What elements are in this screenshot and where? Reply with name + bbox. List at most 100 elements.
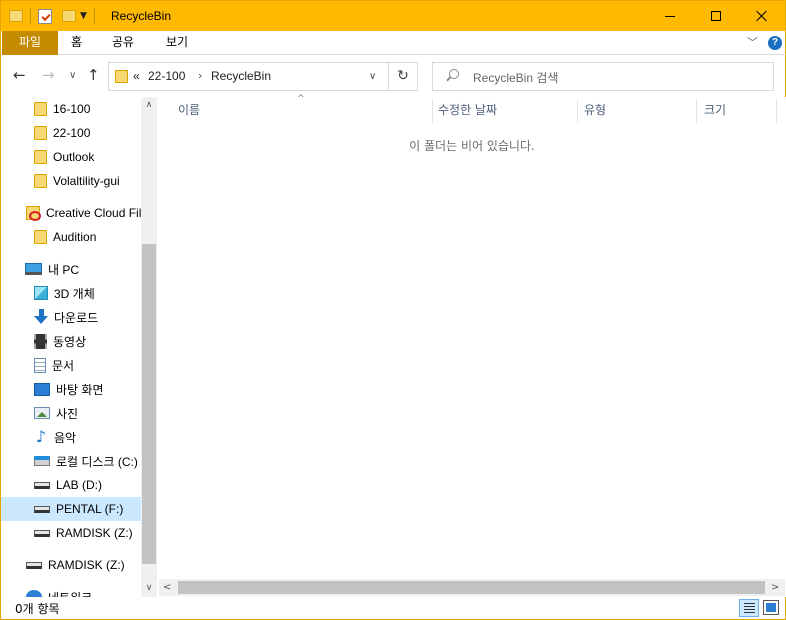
sidebar-item-22-100[interactable]: 22-100 (1, 121, 142, 145)
sidebar-item-music[interactable]: ♪ 음악 (1, 425, 142, 449)
column-divider[interactable] (577, 99, 578, 123)
sidebar-item-ramdisk-z-root[interactable]: RAMDISK (Z:) (1, 553, 142, 577)
navigation-bar: ← → ∨ ↑ « 22-100 › RecycleBin ∨ ↻ Recycl… (0, 55, 786, 97)
sidebar-item-lab-d[interactable]: LAB (D:) (1, 473, 142, 497)
scroll-down-icon[interactable]: ∨ (141, 580, 157, 597)
sidebar-item-audition[interactable]: Audition (1, 225, 142, 249)
refresh-icon: ↻ (397, 68, 409, 84)
scroll-up-icon[interactable]: ∧ (141, 97, 157, 114)
sidebar-item-desktop[interactable]: 바탕 화면 (1, 377, 142, 401)
tab-share[interactable]: 공유 (112, 31, 134, 55)
sidebar-item-outlook[interactable]: Outlook (1, 145, 142, 169)
large-icons-view-icon[interactable] (763, 600, 779, 615)
sidebar-item-16-100[interactable]: 16-100 (1, 97, 142, 121)
pictures-icon (34, 407, 50, 419)
column-divider[interactable] (432, 99, 433, 123)
recent-locations-chevron-icon[interactable]: ∨ (69, 68, 76, 84)
back-arrow-icon[interactable]: ← (13, 67, 26, 83)
title-bar: ▼ RecycleBin (0, 0, 786, 31)
column-header-size[interactable]: 크기 (704, 97, 726, 123)
sidebar-item-pental-f[interactable]: PENTAL (F:) (1, 497, 142, 521)
details-view-icon[interactable] (739, 599, 759, 617)
column-header-date-modified[interactable]: 수정한 날짜 (438, 97, 497, 123)
breadcrumb-recyclebin[interactable]: RecycleBin (211, 69, 271, 83)
expand-ribbon-icon[interactable]: ﹀ (747, 34, 758, 50)
documents-icon (34, 357, 46, 373)
sidebar-item-this-pc[interactable]: 내 PC (1, 257, 142, 281)
network-icon (26, 590, 42, 597)
breadcrumb-22-100[interactable]: 22-100 (148, 69, 185, 83)
folder-icon (34, 230, 47, 244)
tab-home[interactable]: 홈 (71, 31, 82, 55)
horizontal-scrollbar[interactable]: < > (159, 579, 785, 596)
refresh-button[interactable]: ↻ (389, 62, 418, 91)
close-icon (756, 10, 768, 22)
new-folder-icon[interactable] (62, 10, 76, 22)
search-placeholder: RecycleBin 검색 (473, 71, 559, 85)
folder-icon (115, 70, 128, 83)
breadcrumb-overflow[interactable]: « (133, 69, 140, 83)
item-count: 0개 항목 (15, 602, 60, 616)
sidebar-scrollbar[interactable]: ∧ ∨ (141, 97, 157, 597)
sidebar-item-network[interactable]: 네트워크 (1, 585, 142, 597)
up-arrow-icon[interactable]: ↑ (87, 67, 100, 83)
column-divider[interactable] (776, 99, 777, 123)
properties-icon[interactable] (38, 8, 52, 24)
sidebar-item-volaltility-gui[interactable]: Volaltility-gui (1, 169, 142, 193)
navigation-pane: 16-100 22-100 Outlook Volaltility-gui Cr… (0, 97, 157, 597)
sort-ascending-icon: ^ (297, 94, 305, 104)
drive-icon (34, 481, 50, 489)
music-icon: ♪ (35, 427, 47, 446)
sidebar-item-local-disk-c[interactable]: 로컬 디스크 (C:) (1, 449, 142, 473)
search-input[interactable]: RecycleBin 검색 (432, 62, 774, 91)
ribbon-tabs: 파일 홈 공유 보기 ﹀ ? (0, 31, 786, 55)
scrollbar-thumb[interactable] (142, 244, 156, 564)
tab-view[interactable]: 보기 (166, 31, 188, 55)
folder-icon (34, 174, 47, 188)
folder-icon (34, 126, 47, 140)
sidebar-item-pictures[interactable]: 사진 (1, 401, 142, 425)
window-title: RecycleBin (111, 9, 172, 23)
chevron-down-icon[interactable]: ∨ (369, 71, 376, 82)
sidebar-item-videos[interactable]: 동영상 (1, 329, 142, 353)
folder-icon (34, 150, 47, 164)
tab-file[interactable]: 파일 (2, 31, 58, 55)
toolbar-divider (30, 8, 31, 24)
drive-icon (34, 505, 50, 513)
column-header-type[interactable]: 유형 (584, 97, 606, 123)
sidebar-item-downloads[interactable]: 다운로드 (1, 305, 142, 329)
maximize-button[interactable] (693, 1, 739, 31)
customize-toolbar-dropdown[interactable]: ▼ (80, 11, 87, 21)
scrollbar-thumb[interactable] (178, 581, 765, 594)
scroll-right-icon[interactable]: > (771, 579, 779, 596)
maximize-icon (711, 11, 721, 21)
sidebar-item-creative-cloud[interactable]: Creative Cloud Fil (1, 201, 142, 225)
search-icon (449, 69, 459, 79)
toolbar-divider (93, 8, 95, 24)
scroll-left-icon[interactable]: < (163, 579, 171, 596)
column-header-name[interactable]: 이름 (178, 97, 200, 123)
creative-cloud-icon (26, 206, 41, 221)
address-bar[interactable]: « 22-100 › RecycleBin ∨ (108, 62, 389, 91)
downloads-icon (34, 309, 48, 325)
videos-icon (34, 333, 47, 349)
chevron-right-icon[interactable]: › (198, 69, 202, 82)
minimize-button[interactable] (647, 1, 693, 31)
folder-icon (9, 10, 23, 22)
close-button[interactable] (739, 1, 785, 31)
forward-arrow-icon[interactable]: → (42, 67, 55, 83)
column-divider[interactable] (696, 99, 697, 123)
minimize-icon (665, 15, 675, 17)
sidebar-item-3d-objects[interactable]: 3D 개체 (1, 281, 142, 305)
drive-icon (34, 529, 50, 537)
help-icon[interactable]: ? (768, 36, 782, 50)
file-list[interactable]: ^ 이름 수정한 날짜 유형 크기 이 폴더는 비어 있습니다. (159, 94, 785, 597)
desktop-icon (34, 382, 50, 396)
pc-icon (25, 263, 42, 275)
quick-access-toolbar: ▼ (9, 8, 98, 24)
sidebar-item-documents[interactable]: 문서 (1, 353, 142, 377)
3d-objects-icon (34, 286, 48, 300)
local-disk-icon (34, 456, 50, 466)
status-bar: 0개 항목 (0, 597, 786, 620)
sidebar-item-ramdisk-z[interactable]: RAMDISK (Z:) (1, 521, 142, 545)
